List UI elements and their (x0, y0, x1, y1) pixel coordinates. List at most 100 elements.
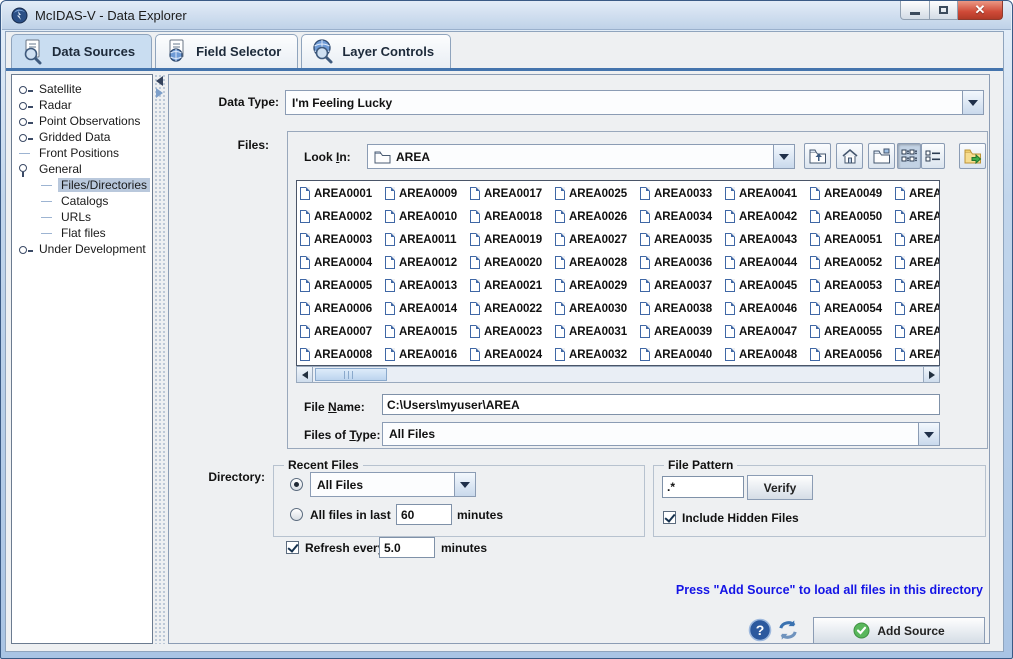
tree-item-general[interactable]: General (14, 161, 150, 177)
file-item[interactable]: AREA0007 (300, 320, 385, 343)
file-item[interactable]: AREA0013 (385, 274, 470, 297)
file-item[interactable]: AREA0053 (810, 274, 895, 297)
file-item[interactable]: AREA0055 (810, 320, 895, 343)
home-button[interactable] (836, 143, 863, 169)
tree-item-under-development[interactable]: Under Development (14, 241, 150, 257)
tree-item-radar[interactable]: Radar (14, 97, 150, 113)
file-item[interactable]: AREA0016 (385, 343, 470, 366)
tree-collapsed-icon[interactable] (18, 83, 33, 96)
file-item[interactable]: AREA0010 (385, 205, 470, 228)
file-item[interactable]: AREA0025 (555, 182, 640, 205)
file-item[interactable]: AREA0009 (385, 182, 470, 205)
file-item[interactable]: AREA0020 (470, 251, 555, 274)
tree-item-flat-files[interactable]: Flat files (14, 225, 150, 241)
reload-button[interactable] (776, 618, 800, 642)
file-item[interactable]: AREA0005 (300, 274, 385, 297)
file-item[interactable]: AREA0051 (810, 228, 895, 251)
file-item[interactable]: AREA0021 (470, 274, 555, 297)
tab-data-sources[interactable]: Data Sources (11, 34, 152, 68)
tab-layer-controls[interactable]: Layer Controls (301, 34, 451, 68)
split-collapse-right-icon[interactable] (156, 88, 163, 98)
tree-expanded-icon[interactable] (18, 163, 33, 176)
file-item[interactable]: AREA0027 (555, 228, 640, 251)
file-item[interactable]: AREA0032 (555, 343, 640, 366)
file-item[interactable]: AREA0035 (640, 228, 725, 251)
file-item[interactable]: AREA0061 (895, 274, 940, 297)
file-item[interactable]: AREA0011 (385, 228, 470, 251)
file-item[interactable]: AREA0060 (895, 251, 940, 274)
file-name-input[interactable] (382, 394, 940, 415)
chevron-down-icon[interactable] (962, 91, 983, 114)
look-in-combobox[interactable]: AREA (367, 144, 795, 169)
grid-view-button[interactable] (897, 143, 921, 169)
tree-item-catalogs[interactable]: Catalogs (14, 193, 150, 209)
tree-collapsed-icon[interactable] (18, 243, 33, 256)
file-item[interactable]: AREA0057 (895, 182, 940, 205)
file-pattern-input[interactable] (662, 476, 744, 498)
file-item[interactable]: AREA0064 (895, 343, 940, 366)
file-item[interactable]: AREA0022 (470, 297, 555, 320)
minutes-ago-input[interactable] (396, 504, 452, 525)
file-item[interactable]: AREA0006 (300, 297, 385, 320)
refresh-minutes-input[interactable] (379, 537, 435, 558)
files-of-type-combobox[interactable]: All Files (382, 422, 940, 446)
file-item[interactable]: AREA0012 (385, 251, 470, 274)
scroll-left-button[interactable] (297, 367, 313, 382)
split-divider[interactable] (154, 74, 167, 644)
details-view-button[interactable] (921, 143, 945, 169)
file-item[interactable]: AREA0058 (895, 205, 940, 228)
file-item[interactable]: AREA0049 (810, 182, 895, 205)
files-in-last-radio[interactable] (290, 508, 303, 521)
tree-item-gridded-data[interactable]: Gridded Data (14, 129, 150, 145)
file-item[interactable]: AREA0002 (300, 205, 385, 228)
scrollbar-thumb[interactable] (315, 368, 387, 381)
up-one-level-button[interactable] (804, 143, 831, 169)
file-item[interactable]: AREA0008 (300, 343, 385, 366)
file-item[interactable]: AREA0062 (895, 297, 940, 320)
chevron-down-icon[interactable] (918, 423, 939, 445)
file-item[interactable]: AREA0047 (725, 320, 810, 343)
file-item[interactable]: AREA0056 (810, 343, 895, 366)
data-type-combobox[interactable]: I'm Feeling Lucky (285, 90, 984, 115)
refresh-every-checkbox[interactable] (286, 541, 299, 554)
file-item[interactable]: AREA0045 (725, 274, 810, 297)
tree-collapsed-icon[interactable] (18, 99, 33, 112)
file-item[interactable]: AREA0030 (555, 297, 640, 320)
split-collapse-left-icon[interactable] (156, 76, 163, 86)
file-item[interactable]: AREA0037 (640, 274, 725, 297)
tree-item-front-positions[interactable]: Front Positions (14, 145, 150, 161)
file-item[interactable]: AREA0004 (300, 251, 385, 274)
file-list-horizontal-scrollbar[interactable] (296, 366, 940, 383)
file-item[interactable]: AREA0031 (555, 320, 640, 343)
default-directory-button[interactable] (959, 143, 986, 169)
file-item[interactable]: AREA0001 (300, 182, 385, 205)
tree-item-urls[interactable]: URLs (14, 209, 150, 225)
file-item[interactable]: AREA0059 (895, 228, 940, 251)
file-item[interactable]: AREA0041 (725, 182, 810, 205)
new-folder-button[interactable] (868, 143, 895, 169)
chevron-down-icon[interactable] (773, 145, 794, 168)
scroll-right-button[interactable] (923, 367, 939, 382)
tree-item-satellite[interactable]: Satellite (14, 81, 150, 97)
file-item[interactable]: AREA0038 (640, 297, 725, 320)
include-hidden-checkbox[interactable] (663, 511, 676, 524)
file-item[interactable]: AREA0046 (725, 297, 810, 320)
file-item[interactable]: AREA0019 (470, 228, 555, 251)
file-item[interactable]: AREA0063 (895, 320, 940, 343)
file-item[interactable]: AREA0048 (725, 343, 810, 366)
file-item[interactable]: AREA0039 (640, 320, 725, 343)
file-item[interactable]: AREA0043 (725, 228, 810, 251)
help-button[interactable]: ? (748, 618, 772, 642)
file-item[interactable]: AREA0023 (470, 320, 555, 343)
tree-collapsed-icon[interactable] (18, 131, 33, 144)
recent-files-combobox[interactable]: All Files (310, 472, 476, 497)
tree-collapsed-icon[interactable] (18, 115, 33, 128)
all-files-radio[interactable] (290, 478, 303, 491)
file-item[interactable]: AREA0018 (470, 205, 555, 228)
tab-field-selector[interactable]: Field Selector (155, 34, 298, 68)
file-item[interactable]: AREA0042 (725, 205, 810, 228)
file-item[interactable]: AREA0054 (810, 297, 895, 320)
file-item[interactable]: AREA0003 (300, 228, 385, 251)
file-item[interactable]: AREA0036 (640, 251, 725, 274)
file-item[interactable]: AREA0050 (810, 205, 895, 228)
